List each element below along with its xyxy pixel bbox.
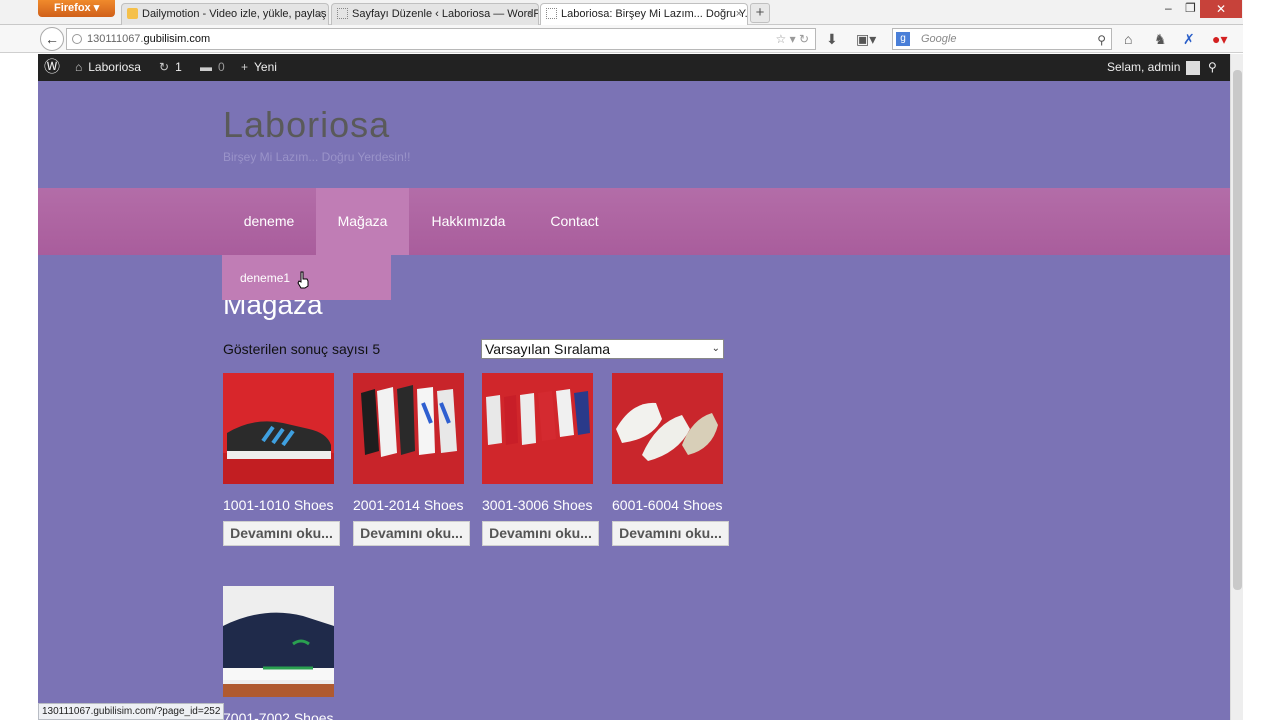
close-tab-icon[interactable]: × [527, 4, 533, 24]
menu-item-hakkimizda[interactable]: Hakkımızda [410, 188, 527, 255]
tab-edit-page[interactable]: Sayfayı Düzenle ‹ Laboriosa — WordP... × [331, 3, 539, 25]
sort-selected-value: Varsayılan Sıralama [485, 341, 611, 357]
sort-select[interactable]: Varsayılan Sıralama ⌄ [481, 339, 724, 359]
addon-icon[interactable]: ♞ [1154, 31, 1167, 47]
page-favicon-icon [337, 8, 348, 19]
admin-bar-new[interactable]: + Yeni [241, 54, 277, 81]
tab-strip: Firefox ▾ Dailymotion - Video izle, yükl… [0, 0, 1280, 25]
firefox-menu-button[interactable]: Firefox ▾ [38, 0, 115, 17]
result-count: Gösterilen sonuç sayısı 5 [223, 341, 381, 357]
read-more-button[interactable]: Devamını oku... [353, 521, 470, 546]
product-name[interactable]: 1001-1010 Shoes [223, 497, 353, 513]
admin-bar-site-name: Laboriosa [88, 60, 141, 74]
globe-icon [72, 34, 82, 44]
updates-count: 1 [175, 60, 182, 74]
downloads-icon[interactable]: ⬇ [826, 31, 838, 47]
wordpress-logo-icon[interactable]: Ⓦ [44, 54, 60, 81]
site-description: Birşey Mi Lazım... Doğru Yerdesin!! [223, 150, 411, 164]
menu-item-magaza[interactable]: Mağaza [316, 188, 409, 255]
wp-admin-bar: Ⓦ ⌂ Laboriosa ↻ 1 ▬ 0 + Yeni Selam, admin ⚲ [38, 54, 1230, 81]
dailymotion-favicon-icon [127, 8, 138, 19]
vertical-scrollbar[interactable] [1230, 54, 1243, 720]
bookmarks-icon[interactable]: ▣▾ [856, 31, 876, 47]
page-content: Laboriosa Birşey Mi Lazım... Doğru Yerde… [38, 81, 1230, 720]
page-favicon-icon [546, 8, 557, 19]
home-icon[interactable]: ⌂ [1124, 31, 1132, 47]
scrollbar-thumb[interactable] [1233, 70, 1242, 590]
tab-title: Laboriosa: Birşey Mi Lazım... Doğru Y... [561, 8, 748, 20]
site-title[interactable]: Laboriosa [223, 104, 390, 146]
admin-bar-site[interactable]: ⌂ Laboriosa [75, 54, 141, 81]
tab-laboriosa[interactable]: Laboriosa: Birşey Mi Lazım... Doğru Y...… [540, 3, 748, 25]
search-input[interactable]: g Google ⚲ [892, 28, 1112, 50]
close-window-icon[interactable]: ✕ [1200, 0, 1242, 18]
product-card: 1001-1010 Shoes Devamını oku... [223, 373, 353, 546]
admin-bar-updates[interactable]: ↻ 1 [159, 54, 182, 81]
minimize-icon[interactable]: – [1165, 1, 1172, 15]
menu-item-deneme[interactable]: deneme [223, 188, 315, 255]
x-addon-icon[interactable]: ✗ [1183, 31, 1195, 47]
account-greeting: Selam, admin [1107, 60, 1181, 74]
history-dropdown-icon[interactable]: ▾ [790, 32, 796, 46]
primary-menu: deneme Mağaza Hakkımızda Contact [38, 188, 1230, 255]
menu-item-contact[interactable]: Contact [528, 188, 621, 255]
tab-dailymotion[interactable]: Dailymotion - Video izle, yükle, paylaş … [121, 3, 329, 25]
submenu-item-deneme1[interactable]: deneme1 [240, 271, 290, 285]
comment-icon: ▬ [200, 60, 212, 74]
product-name[interactable]: 2001-2014 Shoes [353, 497, 483, 513]
browser-window: Firefox ▾ Dailymotion - Video izle, yükl… [0, 0, 1280, 720]
chevron-down-icon: ⌄ [711, 343, 720, 354]
right-gutter [1243, 0, 1280, 720]
comments-count: 0 [218, 60, 225, 74]
product-card: 3001-3006 Shoes Devamını oku... [482, 373, 612, 546]
tab-title: Dailymotion - Video izle, yükle, paylaş [142, 8, 327, 20]
navigation-toolbar: ← 130111067.gubilisim.com ☆ ▾ ↻ ⬇ ▣▾ g G… [0, 25, 1280, 53]
product-image[interactable] [223, 373, 334, 484]
updates-icon: ↻ [159, 60, 170, 74]
url-bar[interactable]: 130111067.gubilisim.com ☆ ▾ ↻ [66, 28, 816, 50]
search-icon[interactable]: ⚲ [1097, 30, 1106, 50]
product-name[interactable]: 6001-6004 Shoes [612, 497, 742, 513]
url-bar-actions: ☆ ▾ ↻ [775, 29, 809, 49]
home-icon: ⌂ [75, 60, 83, 74]
google-engine-icon[interactable]: g [896, 32, 910, 46]
close-tab-icon[interactable]: × [736, 4, 742, 24]
left-gutter [0, 54, 38, 720]
product-name[interactable]: 7001-7002 Shoes [223, 710, 353, 720]
product-image[interactable] [482, 373, 593, 484]
back-arrow-icon[interactable]: ← [40, 27, 64, 51]
new-label: Yeni [254, 60, 277, 74]
search-placeholder: Google [921, 33, 957, 45]
product-image[interactable] [612, 373, 723, 484]
avatar [1186, 60, 1201, 75]
product-image[interactable] [223, 586, 334, 697]
search-icon[interactable]: ⚲ [1208, 54, 1217, 81]
admin-bar-account[interactable]: Selam, admin [1107, 54, 1201, 81]
product-image[interactable] [353, 373, 464, 484]
plus-icon: + [241, 60, 249, 74]
firefox-menu-label: Firefox [54, 2, 91, 14]
new-tab-button[interactable]: + [750, 3, 770, 23]
read-more-button[interactable]: Devamını oku... [223, 521, 340, 546]
read-more-button[interactable]: Devamını oku... [482, 521, 599, 546]
bookmark-star-icon[interactable]: ☆ [775, 32, 786, 46]
restore-icon[interactable]: ❐ [1185, 1, 1196, 15]
product-card: 6001-6004 Shoes Devamını oku... [612, 373, 742, 546]
admin-bar-comments[interactable]: ▬ 0 [200, 54, 225, 81]
read-more-button[interactable]: Devamını oku... [612, 521, 729, 546]
hand-cursor-icon [297, 271, 309, 289]
url-host-main: gubilisim.com [143, 33, 211, 45]
close-tab-icon[interactable]: × [317, 4, 323, 24]
reload-icon[interactable]: ↻ [799, 32, 809, 46]
url-host-prefix: 130111067. [87, 33, 144, 45]
adblock-icon[interactable]: ●▾ [1212, 31, 1227, 47]
status-bar-url: 130111067.gubilisim.com/?page_id=252 [38, 703, 225, 720]
tab-title: Sayfayı Düzenle ‹ Laboriosa — WordP... [352, 8, 539, 20]
product-card: 7001-7002 Shoes [223, 586, 353, 720]
product-card: 2001-2014 Shoes Devamını oku... [353, 373, 483, 546]
product-name[interactable]: 3001-3006 Shoes [482, 497, 612, 513]
